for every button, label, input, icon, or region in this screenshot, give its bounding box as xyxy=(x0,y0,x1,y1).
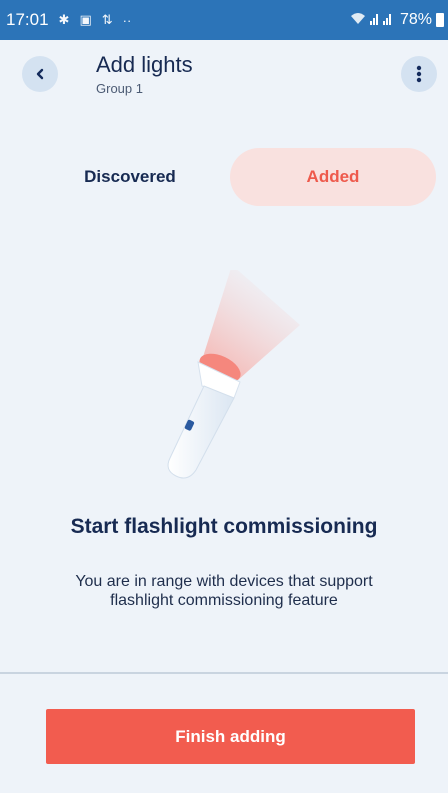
finish-adding-button[interactable]: Finish adding xyxy=(46,709,415,764)
back-button[interactable] xyxy=(22,56,58,92)
battery-icon xyxy=(436,13,444,27)
more-options-button[interactable] xyxy=(401,56,437,92)
bluetooth-icon: ✱ xyxy=(58,12,70,27)
page-title: Add lights xyxy=(96,52,193,77)
status-left: 17:01 ✱ ▣ ⇅ ·· xyxy=(6,10,131,30)
flashlight-icon xyxy=(140,265,320,490)
data-transfer-icon: ⇅ xyxy=(101,12,113,27)
status-right: 78% xyxy=(350,11,444,29)
back-chevron-icon xyxy=(36,68,44,80)
wifi-icon xyxy=(350,12,366,28)
tab-added[interactable]: Added xyxy=(230,148,436,206)
more-notifications-icon: ·· xyxy=(122,12,132,28)
commissioning-description: You are in range with devices that suppo… xyxy=(75,573,373,609)
commissioning-heading: Start flashlight commissioning xyxy=(70,515,378,538)
tab-discovered[interactable]: Discovered xyxy=(40,148,220,206)
page-subtitle: Group 1 xyxy=(96,81,143,96)
battery-percent: 78% xyxy=(399,11,432,28)
status-time: 17:01 xyxy=(6,10,49,29)
more-vertical-icon xyxy=(416,65,422,83)
app-bar: Add lights Group 1 xyxy=(0,40,448,112)
status-bar: 17:01 ✱ ▣ ⇅ ·· 78% xyxy=(0,0,448,40)
signal-icon xyxy=(369,12,396,28)
footer-divider xyxy=(0,672,448,674)
gallery-icon: ▣ xyxy=(79,12,92,27)
